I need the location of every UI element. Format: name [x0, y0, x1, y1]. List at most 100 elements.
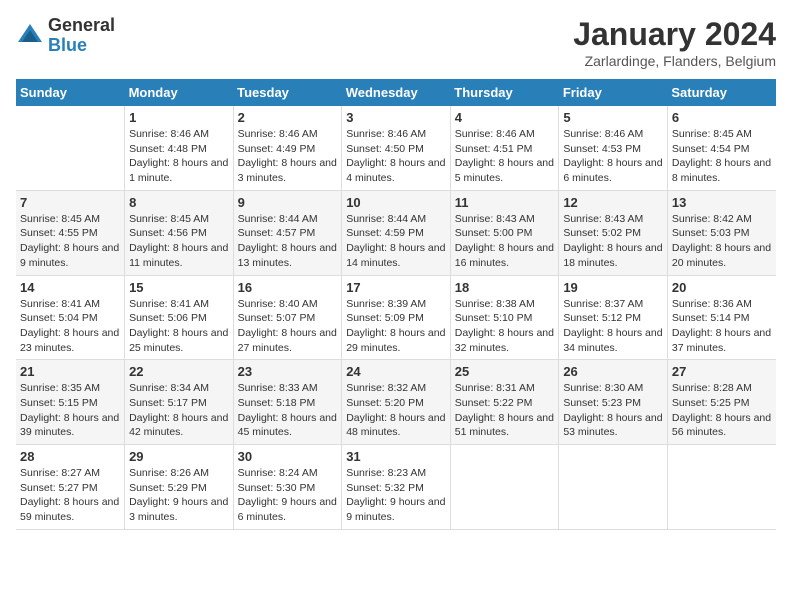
day-info: Sunrise: 8:43 AM Sunset: 5:02 PM Dayligh… [563, 212, 663, 271]
calendar-cell: 23 Sunrise: 8:33 AM Sunset: 5:18 PM Dayli… [233, 360, 342, 445]
day-info: Sunrise: 8:27 AM Sunset: 5:27 PM Dayligh… [20, 466, 120, 525]
col-header-thursday: Thursday [450, 79, 559, 106]
day-info: Sunrise: 8:45 AM Sunset: 4:54 PM Dayligh… [672, 127, 772, 186]
calendar-week-1: 1 Sunrise: 8:46 AM Sunset: 4:48 PM Daylig… [16, 106, 776, 190]
day-info: Sunrise: 8:46 AM Sunset: 4:50 PM Dayligh… [346, 127, 446, 186]
day-number: 28 [20, 449, 120, 464]
calendar-cell: 20 Sunrise: 8:36 AM Sunset: 5:14 PM Dayli… [667, 275, 776, 360]
calendar-cell: 27 Sunrise: 8:28 AM Sunset: 5:25 PM Dayli… [667, 360, 776, 445]
day-info: Sunrise: 8:45 AM Sunset: 4:55 PM Dayligh… [20, 212, 120, 271]
day-number: 19 [563, 280, 663, 295]
day-info: Sunrise: 8:28 AM Sunset: 5:25 PM Dayligh… [672, 381, 772, 440]
calendar-week-2: 7 Sunrise: 8:45 AM Sunset: 4:55 PM Daylig… [16, 190, 776, 275]
day-info: Sunrise: 8:41 AM Sunset: 5:04 PM Dayligh… [20, 297, 120, 356]
calendar-cell: 30 Sunrise: 8:24 AM Sunset: 5:30 PM Dayli… [233, 445, 342, 530]
day-number: 1 [129, 110, 229, 125]
day-number: 16 [238, 280, 338, 295]
calendar-cell [16, 106, 125, 190]
logo-line2: Blue [48, 36, 115, 56]
day-number: 5 [563, 110, 663, 125]
calendar-week-3: 14 Sunrise: 8:41 AM Sunset: 5:04 PM Dayli… [16, 275, 776, 360]
day-number: 7 [20, 195, 120, 210]
day-number: 30 [238, 449, 338, 464]
day-info: Sunrise: 8:44 AM Sunset: 4:57 PM Dayligh… [238, 212, 338, 271]
day-number: 27 [672, 364, 772, 379]
calendar-cell: 26Sunrise: 8:30 AM Sunset: 5:23 PM Dayli… [559, 360, 668, 445]
calendar-cell: 15 Sunrise: 8:41 AM Sunset: 5:06 PM Dayli… [125, 275, 234, 360]
header-row: SundayMondayTuesdayWednesdayThursdayFrid… [16, 79, 776, 106]
day-info: Sunrise: 8:33 AM Sunset: 5:18 PM Dayligh… [238, 381, 338, 440]
main-title: January 2024 [573, 16, 776, 53]
day-number: 18 [455, 280, 555, 295]
day-info: Sunrise: 8:41 AM Sunset: 5:06 PM Dayligh… [129, 297, 229, 356]
day-number: 20 [672, 280, 772, 295]
day-number: 14 [20, 280, 120, 295]
day-number: 25 [455, 364, 555, 379]
logo: General Blue [16, 16, 115, 56]
day-number: 24 [346, 364, 446, 379]
calendar-cell: 16Sunrise: 8:40 AM Sunset: 5:07 PM Dayli… [233, 275, 342, 360]
day-info: Sunrise: 8:46 AM Sunset: 4:49 PM Dayligh… [238, 127, 338, 186]
calendar-cell: 28 Sunrise: 8:27 AM Sunset: 5:27 PM Dayli… [16, 445, 125, 530]
day-number: 15 [129, 280, 229, 295]
col-header-monday: Monday [125, 79, 234, 106]
day-number: 10 [346, 195, 446, 210]
calendar-cell: 31Sunrise: 8:23 AM Sunset: 5:32 PM Dayli… [342, 445, 451, 530]
page-header: General Blue January 2024 Zarlardinge, F… [16, 16, 776, 69]
calendar-cell: 14 Sunrise: 8:41 AM Sunset: 5:04 PM Dayli… [16, 275, 125, 360]
calendar-cell: 9 Sunrise: 8:44 AM Sunset: 4:57 PM Daylig… [233, 190, 342, 275]
day-info: Sunrise: 8:46 AM Sunset: 4:53 PM Dayligh… [563, 127, 663, 186]
day-info: Sunrise: 8:42 AM Sunset: 5:03 PM Dayligh… [672, 212, 772, 271]
day-info: Sunrise: 8:46 AM Sunset: 4:48 PM Dayligh… [129, 127, 229, 186]
calendar-body: 1 Sunrise: 8:46 AM Sunset: 4:48 PM Daylig… [16, 106, 776, 529]
day-info: Sunrise: 8:43 AM Sunset: 5:00 PM Dayligh… [455, 212, 555, 271]
calendar-cell: 5 Sunrise: 8:46 AM Sunset: 4:53 PM Daylig… [559, 106, 668, 190]
logo-line1: General [48, 16, 115, 36]
calendar-cell [559, 445, 668, 530]
day-info: Sunrise: 8:35 AM Sunset: 5:15 PM Dayligh… [20, 381, 120, 440]
day-info: Sunrise: 8:44 AM Sunset: 4:59 PM Dayligh… [346, 212, 446, 271]
calendar-cell: 25 Sunrise: 8:31 AM Sunset: 5:22 PM Dayli… [450, 360, 559, 445]
calendar-cell: 6Sunrise: 8:45 AM Sunset: 4:54 PM Daylig… [667, 106, 776, 190]
calendar-cell: 17Sunrise: 8:39 AM Sunset: 5:09 PM Dayli… [342, 275, 451, 360]
calendar-cell: 10 Sunrise: 8:44 AM Sunset: 4:59 PM Dayli… [342, 190, 451, 275]
calendar-header: SundayMondayTuesdayWednesdayThursdayFrid… [16, 79, 776, 106]
col-header-tuesday: Tuesday [233, 79, 342, 106]
calendar-cell: 3 Sunrise: 8:46 AM Sunset: 4:50 PM Daylig… [342, 106, 451, 190]
day-number: 21 [20, 364, 120, 379]
day-number: 31 [346, 449, 446, 464]
subtitle: Zarlardinge, Flanders, Belgium [573, 53, 776, 69]
calendar-table: SundayMondayTuesdayWednesdayThursdayFrid… [16, 79, 776, 530]
day-info: Sunrise: 8:26 AM Sunset: 5:29 PM Dayligh… [129, 466, 229, 525]
day-info: Sunrise: 8:32 AM Sunset: 5:20 PM Dayligh… [346, 381, 446, 440]
title-section: January 2024 Zarlardinge, Flanders, Belg… [573, 16, 776, 69]
day-number: 3 [346, 110, 446, 125]
day-info: Sunrise: 8:45 AM Sunset: 4:56 PM Dayligh… [129, 212, 229, 271]
day-number: 29 [129, 449, 229, 464]
day-number: 12 [563, 195, 663, 210]
col-header-friday: Friday [559, 79, 668, 106]
day-number: 22 [129, 364, 229, 379]
calendar-cell: 22 Sunrise: 8:34 AM Sunset: 5:17 PM Dayli… [125, 360, 234, 445]
day-info: Sunrise: 8:38 AM Sunset: 5:10 PM Dayligh… [455, 297, 555, 356]
day-number: 26 [563, 364, 663, 379]
day-info: Sunrise: 8:36 AM Sunset: 5:14 PM Dayligh… [672, 297, 772, 356]
day-info: Sunrise: 8:37 AM Sunset: 5:12 PM Dayligh… [563, 297, 663, 356]
calendar-cell [450, 445, 559, 530]
calendar-week-5: 28 Sunrise: 8:27 AM Sunset: 5:27 PM Dayli… [16, 445, 776, 530]
calendar-cell: 21 Sunrise: 8:35 AM Sunset: 5:15 PM Dayli… [16, 360, 125, 445]
calendar-week-4: 21 Sunrise: 8:35 AM Sunset: 5:15 PM Dayli… [16, 360, 776, 445]
col-header-wednesday: Wednesday [342, 79, 451, 106]
day-info: Sunrise: 8:24 AM Sunset: 5:30 PM Dayligh… [238, 466, 338, 525]
day-info: Sunrise: 8:34 AM Sunset: 5:17 PM Dayligh… [129, 381, 229, 440]
day-number: 23 [238, 364, 338, 379]
calendar-cell: 4Sunrise: 8:46 AM Sunset: 4:51 PM Daylig… [450, 106, 559, 190]
calendar-cell: 13Sunrise: 8:42 AM Sunset: 5:03 PM Dayli… [667, 190, 776, 275]
day-number: 9 [238, 195, 338, 210]
day-number: 11 [455, 195, 555, 210]
calendar-cell: 11 Sunrise: 8:43 AM Sunset: 5:00 PM Dayli… [450, 190, 559, 275]
logo-text: General Blue [48, 16, 115, 56]
day-number: 17 [346, 280, 446, 295]
day-info: Sunrise: 8:31 AM Sunset: 5:22 PM Dayligh… [455, 381, 555, 440]
calendar-cell: 8Sunrise: 8:45 AM Sunset: 4:56 PM Daylig… [125, 190, 234, 275]
